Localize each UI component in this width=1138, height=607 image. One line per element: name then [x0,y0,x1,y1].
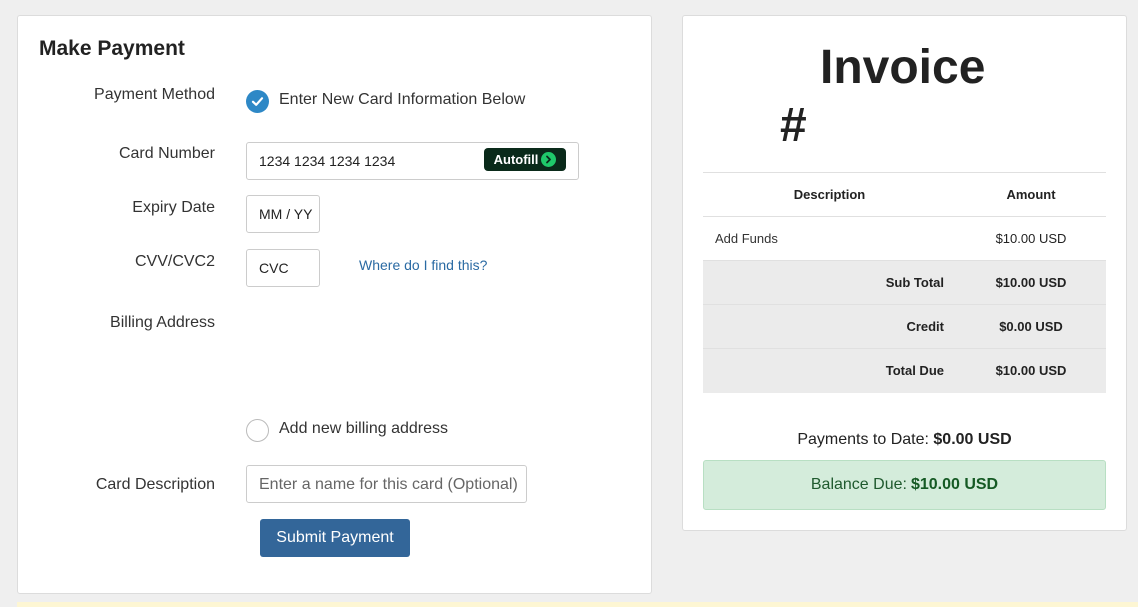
cvv-label: CVV/CVC2 [134,253,215,270]
cvv-help-link[interactable]: Where do I find this? [359,257,487,273]
card-number-input[interactable]: 1234 1234 1234 1234 Autofill [246,142,579,180]
balance-due-label: Balance Due: [810,476,907,493]
sub-total-row: Sub Total $10.00 USD [703,260,1106,305]
notice-strip [17,602,1138,607]
col-description: Description [703,172,956,217]
new-billing-option-label[interactable]: Add new billing address [279,420,448,438]
expiry-date-input[interactable]: MM / YY [246,195,320,233]
arrow-right-icon [541,152,557,167]
table-row: Add Funds $10.00 USD [703,216,1106,261]
expiry-placeholder: MM / YY [259,206,313,222]
card-description-input[interactable]: Enter a name for this card (Optional) [246,465,527,503]
autofill-label: Autofill [493,152,539,167]
card-number-value: 1234 1234 1234 1234 [259,153,396,169]
card-number-label: Card Number [118,145,215,162]
total-due-value: $10.00 USD [956,348,1106,393]
new-billing-radio[interactable] [246,419,269,442]
total-due-row: Total Due $10.00 USD [703,348,1106,393]
payments-to-date: Payments to Date: $0.00 USD [683,431,1126,449]
checkmark-icon [251,97,264,106]
new-card-option-label[interactable]: Enter New Card Information Below [279,91,525,109]
payments-to-date-value: $0.00 USD [933,431,1012,448]
invoice-number: # [780,99,807,152]
billing-address-label: Billing Address [110,314,215,331]
invoice-title: Invoice [820,41,986,94]
credit-value: $0.00 USD [956,304,1106,349]
sub-total-value: $10.00 USD [956,260,1106,305]
balance-due-value: $10.00 USD [910,476,999,493]
page-title: Make Payment [39,37,185,60]
balance-due-box: Balance Due: $10.00 USD [703,460,1106,510]
total-due-label: Total Due [703,348,956,393]
card-description-label: Card Description [95,476,215,493]
card-description-placeholder: Enter a name for this card (Optional) [259,476,518,493]
table-header: Description Amount [703,172,1106,217]
invoice-table: Description Amount Add Funds $10.00 USD … [703,172,1106,393]
payment-panel: Make Payment Payment Method Enter New Ca… [17,15,652,594]
new-card-radio[interactable] [246,90,269,113]
item-description: Add Funds [703,216,956,261]
sub-total-label: Sub Total [703,260,956,305]
payments-to-date-label: Payments to Date: [797,431,929,448]
cvc-placeholder: CVC [259,260,289,276]
submit-payment-button[interactable]: Submit Payment [260,519,410,557]
credit-row: Credit $0.00 USD [703,304,1106,349]
invoice-panel: Invoice # Description Amount Add Funds $… [682,15,1127,531]
col-amount: Amount [956,172,1106,217]
credit-label: Credit [703,304,956,349]
expiry-date-label: Expiry Date [132,199,215,216]
cvc-input[interactable]: CVC [246,249,320,287]
item-amount: $10.00 USD [956,216,1106,261]
autofill-button[interactable]: Autofill [484,148,566,171]
payment-method-label: Payment Method [94,86,215,103]
